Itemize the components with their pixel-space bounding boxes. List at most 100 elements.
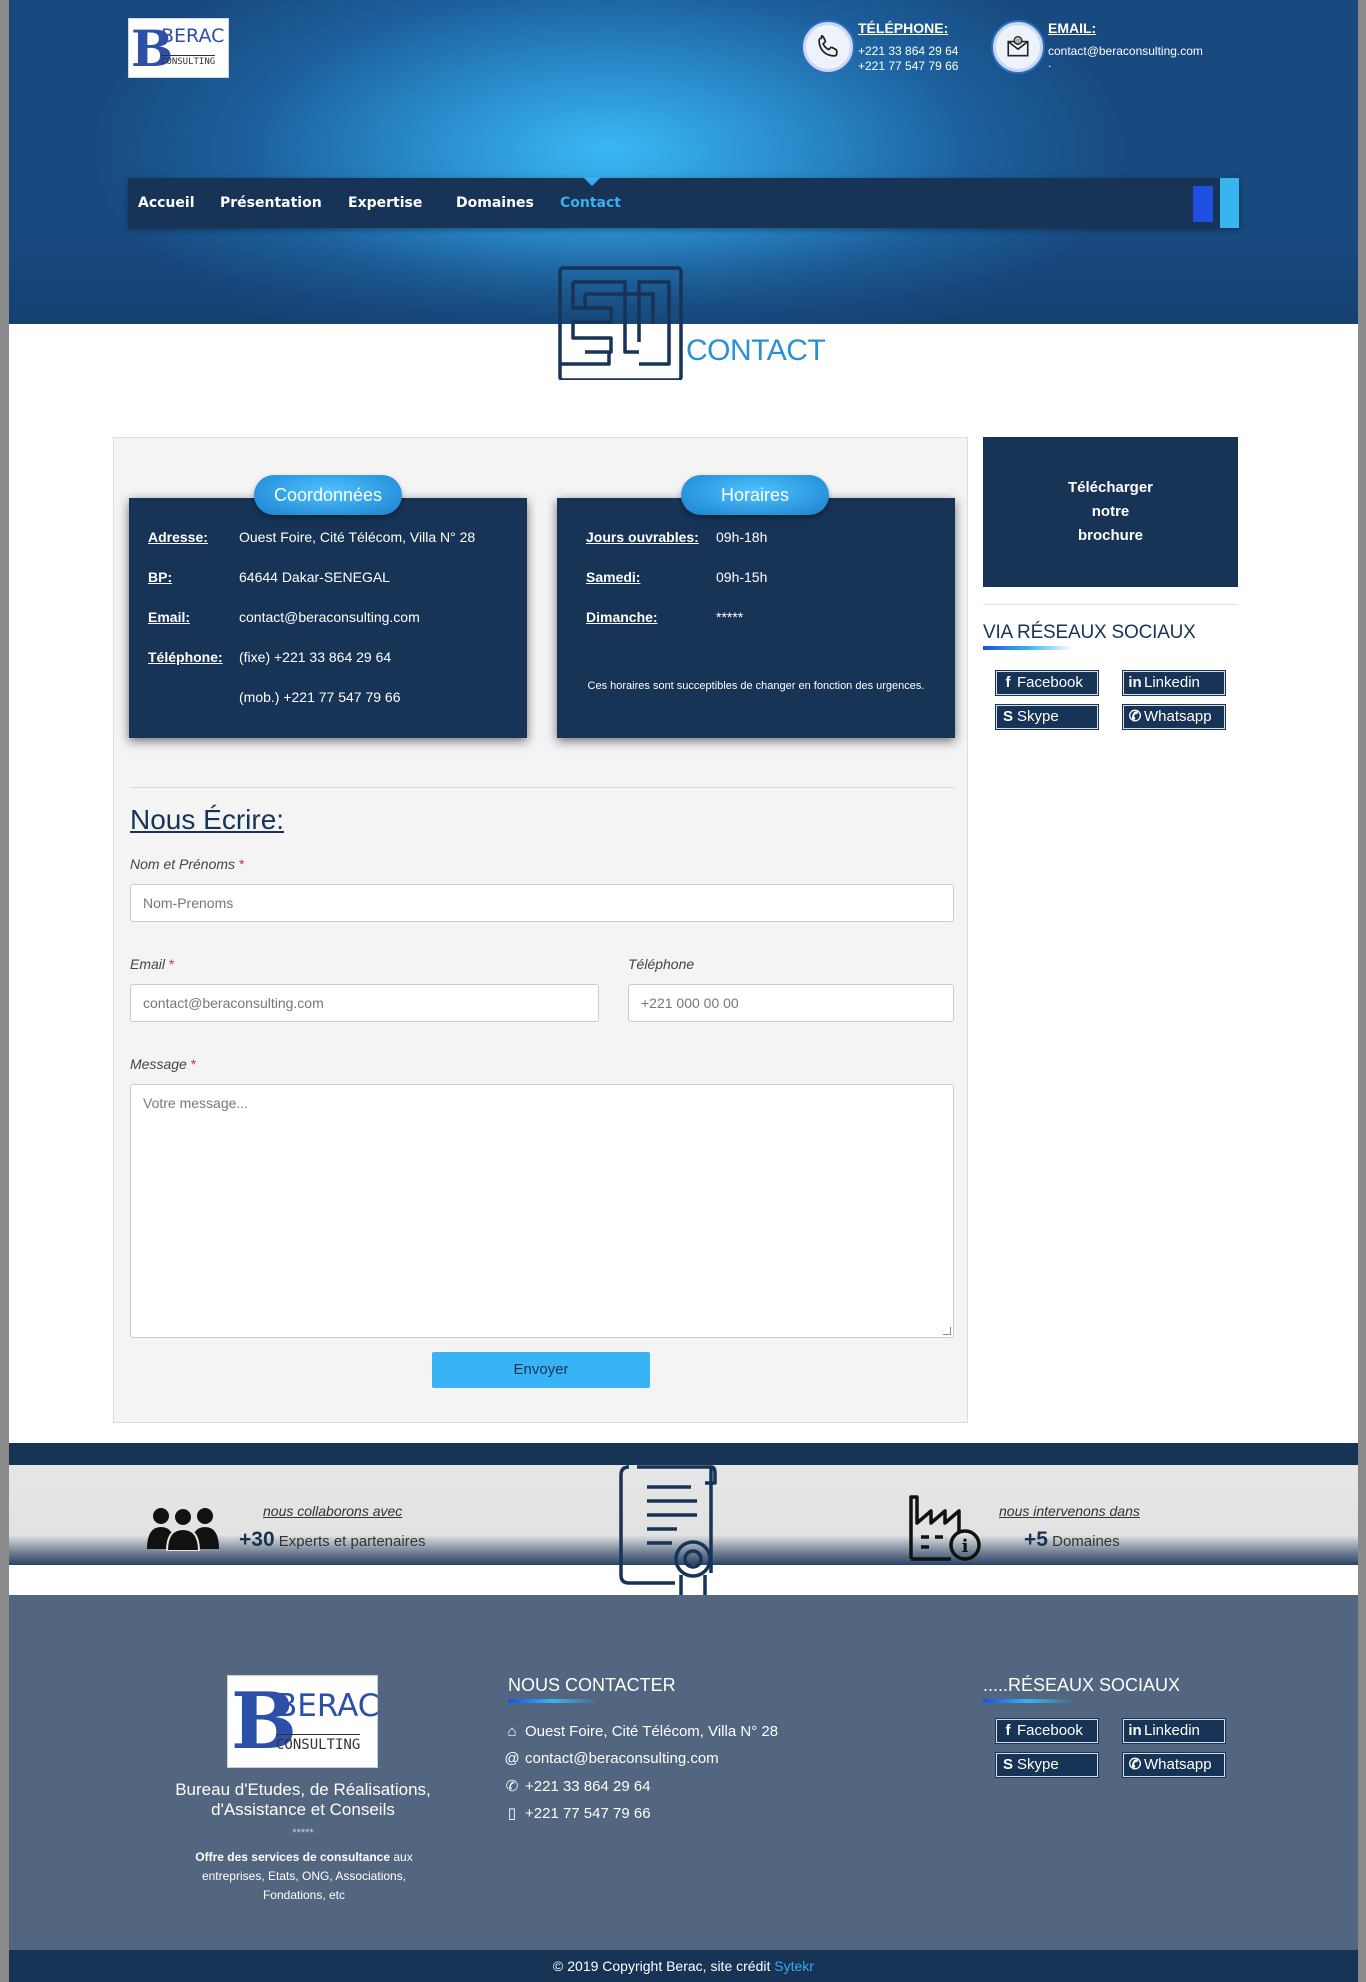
footer-phone: ✆ +221 33 864 29 64 <box>503 1777 651 1795</box>
sidebar-divider <box>983 604 1238 605</box>
whatsapp-icon: ✆ <box>1128 708 1142 725</box>
skype-icon: S <box>1002 1756 1013 1773</box>
footer-contact-underline <box>508 1699 598 1703</box>
stat-caption-domaines: nous intervenons dans <box>999 1503 1140 1519</box>
page-title: CONTACT <box>686 334 826 367</box>
footer-email[interactable]: @ contact@beraconsulting.com <box>503 1750 718 1767</box>
bp-value: 64644 Dakar-SENEGAL <box>239 569 390 585</box>
whatsapp-icon: ✆ <box>1128 1756 1142 1773</box>
resize-grip-icon[interactable] <box>943 1327 951 1335</box>
brochure-download-button[interactable]: Télécharger notre brochure <box>983 437 1238 587</box>
footer-stars: ***** <box>292 1827 314 1839</box>
message-label: Message * <box>130 1056 197 1072</box>
telephone-mob-value: (mob.) +221 77 547 79 66 <box>239 689 401 705</box>
linkedin-button[interactable]: in Linkedin <box>1123 671 1225 695</box>
submit-button[interactable]: Envoyer <box>432 1352 650 1388</box>
phone-icon <box>803 22 853 72</box>
main-nav: Accueil Présentation Expertise Domaines … <box>128 177 1239 228</box>
header-email: @ EMAIL: contact@beraconsulting.com . <box>993 20 1243 74</box>
name-input[interactable]: Nom-Prenoms <box>130 884 954 922</box>
logo-sub: CONSULTING <box>161 55 216 67</box>
phone-icon: ✆ <box>505 1778 519 1795</box>
coordonnees-box: Adresse: Ouest Foire, Cité Télécom, Vill… <box>129 498 527 738</box>
stat-caption-experts: nous collaborons avec <box>263 1503 403 1519</box>
footer-whatsapp-button[interactable]: ✆ Whatsapp <box>1123 1753 1225 1777</box>
envelope-icon: @ <box>993 22 1043 72</box>
email-label: Email: <box>148 609 191 625</box>
footer-tagline: Bureau d'Etudes, de Réalisations, d'Assi… <box>175 1780 431 1819</box>
horaires-title: Horaires <box>681 475 829 515</box>
footer-social-title: .....RÉSEAUX SOCIAUX <box>983 1675 1181 1695</box>
mobile-icon: ▯ <box>507 1805 517 1822</box>
stat-experts: +30 Experts et partenaires <box>239 1528 426 1551</box>
horaires-box: Jours ouvrables: 09h-18h Samedi: 09h-15h… <box>557 498 955 738</box>
title-underline <box>983 646 1073 650</box>
email-value[interactable]: contact@beraconsulting.com <box>239 609 420 625</box>
skype-button[interactable]: S Skype <box>996 705 1098 729</box>
footer-description: Offre des services de consultance aux en… <box>195 1850 413 1902</box>
nav-item-presentation[interactable]: Présentation <box>220 178 322 228</box>
header-phone: TÉLÉPHONE: +221 33 864 29 64 +221 77 547… <box>803 20 983 74</box>
phone-field-label: Téléphone <box>628 956 695 972</box>
team-icon <box>147 1507 219 1551</box>
facebook-icon: f <box>1005 674 1011 691</box>
jours-ouvrables-label: Jours ouvrables: <box>586 529 699 545</box>
at-icon: @ <box>504 1750 520 1767</box>
stats-band-top <box>9 1443 1358 1465</box>
phone-input[interactable]: +221 000 00 00 <box>628 984 954 1022</box>
footer-skype-button[interactable]: S Skype <box>996 1753 1098 1777</box>
page: B BERAC CONSULTING TÉLÉPHONE: +221 33 86… <box>9 0 1358 1982</box>
sidebar-social-title: VIA RÉSEAUX SOCIAUX <box>983 622 1196 643</box>
whatsapp-button[interactable]: ✆ Whatsapp <box>1123 705 1225 729</box>
linkedin-icon: in <box>1128 674 1142 691</box>
footer-facebook-button[interactable]: f Facebook <box>996 1719 1098 1743</box>
jours-ouvrables-value: 09h-18h <box>716 529 768 545</box>
menu-toggle-bar[interactable] <box>1220 178 1239 228</box>
facebook-icon: f <box>1005 1722 1011 1739</box>
dimanche-value: ***** <box>716 609 744 625</box>
active-caret-icon <box>583 177 601 186</box>
divider <box>130 787 954 788</box>
footer-address: ⌂ Ouest Foire, Cité Télécom, Villa N° 28 <box>503 1723 778 1740</box>
phone-line-1: +221 33 864 29 64 <box>858 44 959 58</box>
maze-icon <box>558 266 683 380</box>
email-title: EMAIL: <box>1048 20 1097 36</box>
name-label: Nom et Prénoms * <box>130 856 245 872</box>
telephone-fixe-value: (fixe) +221 33 864 29 64 <box>239 649 392 665</box>
home-icon: ⌂ <box>507 1723 517 1740</box>
samedi-label: Samedi: <box>586 569 641 585</box>
footer-linkedin-button[interactable]: in Linkedin <box>1123 1719 1225 1743</box>
facebook-button[interactable]: f Facebook <box>996 671 1098 695</box>
logo-name: BERAC <box>161 25 225 47</box>
nav-item-domaines[interactable]: Domaines <box>456 178 534 228</box>
telephone-label: Téléphone: <box>148 649 223 665</box>
nav-item-expertise[interactable]: Expertise <box>348 178 422 228</box>
email-line-2: . <box>1048 56 1052 70</box>
menu-toggle-button[interactable] <box>1193 186 1213 222</box>
email-line-1[interactable]: contact@beraconsulting.com <box>1048 44 1203 58</box>
phone-title: TÉLÉPHONE: <box>858 20 949 36</box>
horaires-note: Ces horaires sont succeptibles de change… <box>587 680 925 692</box>
copyright-bar: © 2019 Copyright Berac, site crédit Syte… <box>9 1950 1358 1982</box>
svg-text:i: i <box>962 1536 969 1557</box>
factory-icon: i <box>909 1495 981 1561</box>
dimanche-label: Dimanche: <box>586 609 658 625</box>
sytekr-link[interactable]: Sytekr <box>774 1958 814 1974</box>
footer-social-underline <box>983 1699 1073 1703</box>
bp-label: BP: <box>148 569 173 585</box>
nav-item-accueil[interactable]: Accueil <box>138 178 195 228</box>
coordonnees-title: Coordonnées <box>254 475 402 515</box>
linkedin-icon: in <box>1128 1722 1142 1739</box>
footer-logo[interactable]: B BERAC CONSULTING <box>227 1675 379 1768</box>
logo[interactable]: B BERAC CONSULTING <box>128 18 229 78</box>
address-value: Ouest Foire, Cité Télécom, Villa N° 28 <box>239 529 476 545</box>
svg-text:@: @ <box>1015 39 1021 45</box>
email-input[interactable]: contact@beraconsulting.com <box>130 984 599 1022</box>
message-textarea[interactable]: Votre message... <box>130 1084 954 1338</box>
footer-mobile: ▯ +221 77 547 79 66 <box>503 1804 651 1822</box>
footer-contact-title: NOUS CONTACTER <box>508 1675 676 1695</box>
stat-domaines: +5 Domaines <box>1024 1528 1120 1551</box>
samedi-value: 09h-15h <box>716 569 768 585</box>
email-field-label: Email * <box>130 956 175 972</box>
contact-panel: Adresse: Ouest Foire, Cité Télécom, Vill… <box>113 437 968 1423</box>
